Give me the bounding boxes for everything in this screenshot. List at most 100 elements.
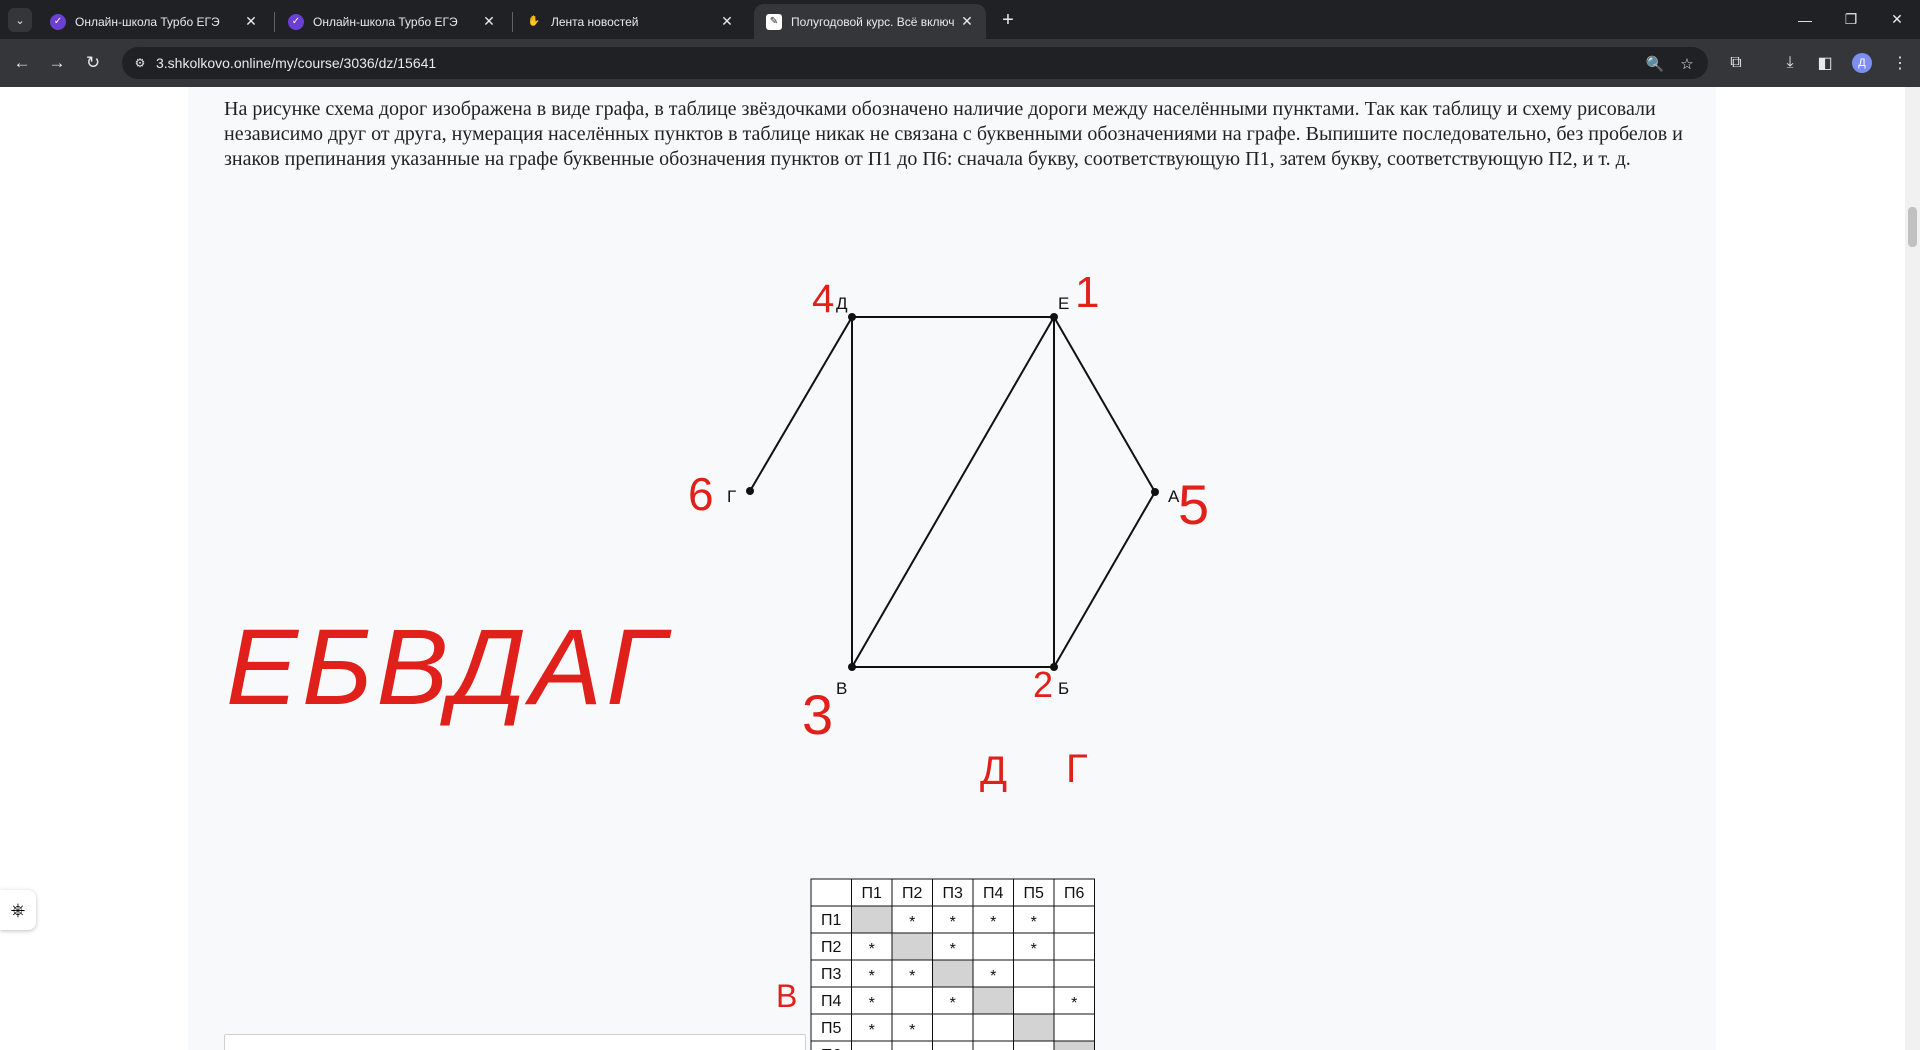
close-window-button[interactable]: ✕ bbox=[1874, 0, 1920, 39]
row-mark-p4: В bbox=[776, 978, 797, 1014]
tab-title: Лента новостей bbox=[551, 14, 639, 29]
table-cell bbox=[1053, 1040, 1095, 1050]
page-scrollbar[interactable] bbox=[1905, 87, 1920, 1050]
table-header-label: П5 bbox=[1024, 885, 1045, 902]
table-cell bbox=[1053, 1013, 1095, 1042]
reload-button[interactable]: ↻ bbox=[79, 49, 107, 77]
table-cell bbox=[891, 932, 933, 961]
document-favicon-icon: ✎ bbox=[766, 13, 782, 30]
back-button[interactable]: ← bbox=[8, 49, 36, 77]
table-row-label: П5 bbox=[821, 1020, 842, 1037]
table-cell-star: * bbox=[869, 1022, 875, 1039]
table-row-label: П1 bbox=[821, 912, 842, 929]
table-row-label: П3 bbox=[821, 966, 842, 983]
side-panel-icon[interactable]: ◧ bbox=[1813, 51, 1837, 75]
zoom-icon[interactable]: 🔍 bbox=[1646, 55, 1665, 73]
chevron-down-icon: ⌄ bbox=[15, 14, 25, 27]
table-header-label: П3 bbox=[943, 885, 964, 902]
table-cell bbox=[1053, 959, 1095, 988]
reload-icon: ↻ bbox=[85, 53, 101, 72]
browser-tab-3[interactable]: ✋ Лента новостей ✕ bbox=[514, 4, 746, 39]
graph-edges bbox=[749, 316, 1156, 668]
close-tab-icon[interactable]: ✕ bbox=[480, 13, 498, 31]
table-cell bbox=[932, 1040, 974, 1050]
table-cell-star: * bbox=[869, 995, 875, 1012]
close-tab-icon[interactable]: ✕ bbox=[718, 13, 736, 31]
vertex-label-d: Д bbox=[836, 294, 848, 313]
tab-divider bbox=[512, 12, 513, 32]
restore-icon: ❐ bbox=[1844, 11, 1858, 27]
table-cell bbox=[1013, 1013, 1055, 1042]
table-header-cell bbox=[810, 878, 852, 907]
table-cell-star: * bbox=[1031, 914, 1037, 931]
wheel-icon: ⎈ bbox=[10, 899, 26, 920]
tab-search-button[interactable]: ⌄ bbox=[8, 8, 32, 32]
table-cell bbox=[851, 1040, 893, 1050]
table-cell-star: * bbox=[1031, 941, 1037, 958]
table-cell bbox=[891, 986, 933, 1015]
vertex-number-v: 3 bbox=[802, 683, 833, 746]
extensions-icon[interactable]: ⧉ bbox=[1724, 51, 1748, 75]
arrow-right-icon: → bbox=[48, 53, 66, 72]
answer-input[interactable] bbox=[224, 1034, 806, 1050]
table-cell-star: * bbox=[990, 968, 996, 985]
close-tab-icon[interactable]: ✕ bbox=[958, 13, 976, 31]
table-cell-star: * bbox=[909, 968, 915, 985]
table-cell bbox=[932, 1013, 974, 1042]
scrollbar-thumb[interactable] bbox=[1908, 207, 1917, 247]
table-header-label: П1 bbox=[862, 885, 883, 902]
edge-a-b bbox=[1053, 491, 1156, 668]
vertex-label-e: Е bbox=[1058, 294, 1069, 313]
table-cell-star: * bbox=[909, 914, 915, 931]
site-info-icon[interactable]: ⚙ bbox=[132, 55, 148, 71]
table-cell bbox=[1013, 1040, 1055, 1050]
address-bar[interactable]: ⚙ 3.shkolkovo.online/my/course/3036/dz/1… bbox=[122, 47, 1708, 79]
table-header-label: П2 bbox=[902, 885, 923, 902]
hand-favicon-icon: ✋ bbox=[527, 16, 541, 27]
profile-avatar[interactable]: Д bbox=[1852, 53, 1872, 73]
arrow-left-icon: ← bbox=[13, 53, 31, 72]
close-icon: ✕ bbox=[1891, 11, 1903, 27]
table-cell-star: * bbox=[909, 1022, 915, 1039]
browser-tab-active[interactable]: ✎ Полугодовой курс. Всё включ ✕ bbox=[754, 4, 986, 39]
vertex-e bbox=[1050, 313, 1058, 321]
table-row-label: П2 bbox=[821, 939, 842, 956]
column-mark-p4: Д bbox=[980, 749, 1007, 793]
browser-tab-2[interactable]: ✓ Онлайн-школа Турбо ЕГЭ ✕ bbox=[276, 4, 508, 39]
table-header-label: П6 bbox=[1064, 885, 1085, 902]
table-cell bbox=[932, 959, 974, 988]
edge-d-g bbox=[749, 316, 853, 492]
vertex-a bbox=[1151, 488, 1159, 496]
minimize-button[interactable]: — bbox=[1782, 0, 1828, 39]
forward-button[interactable]: → bbox=[43, 49, 71, 77]
url-text[interactable]: 3.shkolkovo.online/my/course/3036/dz/156… bbox=[156, 55, 436, 71]
vertex-number-g: 6 bbox=[688, 468, 714, 520]
site-favicon-icon: ✓ bbox=[288, 13, 304, 30]
table-cell bbox=[972, 986, 1014, 1015]
browser-tab-1[interactable]: ✓ Онлайн-школа Турбо ЕГЭ ✕ bbox=[38, 4, 270, 39]
vertex-v bbox=[848, 663, 856, 671]
table-cell bbox=[1013, 959, 1055, 988]
close-tab-icon[interactable]: ✕ bbox=[242, 13, 260, 31]
vertex-d bbox=[848, 313, 856, 321]
new-tab-button[interactable]: + bbox=[996, 8, 1020, 32]
table-cell-star: * bbox=[869, 968, 875, 985]
bookmark-star-icon[interactable]: ☆ bbox=[1678, 55, 1696, 73]
restore-button[interactable]: ❐ bbox=[1828, 0, 1874, 39]
table-cell-star: * bbox=[950, 995, 956, 1012]
vertex-number-d: 4 bbox=[812, 277, 834, 321]
vertex-number-b: 2 bbox=[1033, 664, 1053, 705]
vertex-label-g: Г bbox=[727, 487, 736, 506]
accessibility-widget-button[interactable]: ⎈ bbox=[0, 890, 36, 930]
table-cell bbox=[1013, 986, 1055, 1015]
menu-icon[interactable]: ⋮ bbox=[1888, 51, 1912, 75]
table-cell bbox=[1053, 932, 1095, 961]
graph-and-table-figure: Д Е Г А В Б ЕБВДАГ 4 1 6 5 3 2 Д Г В Г П… bbox=[226, 268, 1209, 1050]
downloads-icon[interactable]: ⤓ bbox=[1778, 51, 1802, 75]
vertex-label-v: В bbox=[836, 679, 847, 698]
table-cell bbox=[1053, 905, 1095, 934]
table-cell bbox=[972, 1013, 1014, 1042]
vertex-labels: Д Е Г А В Б bbox=[727, 294, 1180, 698]
tab-divider bbox=[274, 12, 275, 32]
vertex-number-a: 5 bbox=[1178, 473, 1209, 536]
